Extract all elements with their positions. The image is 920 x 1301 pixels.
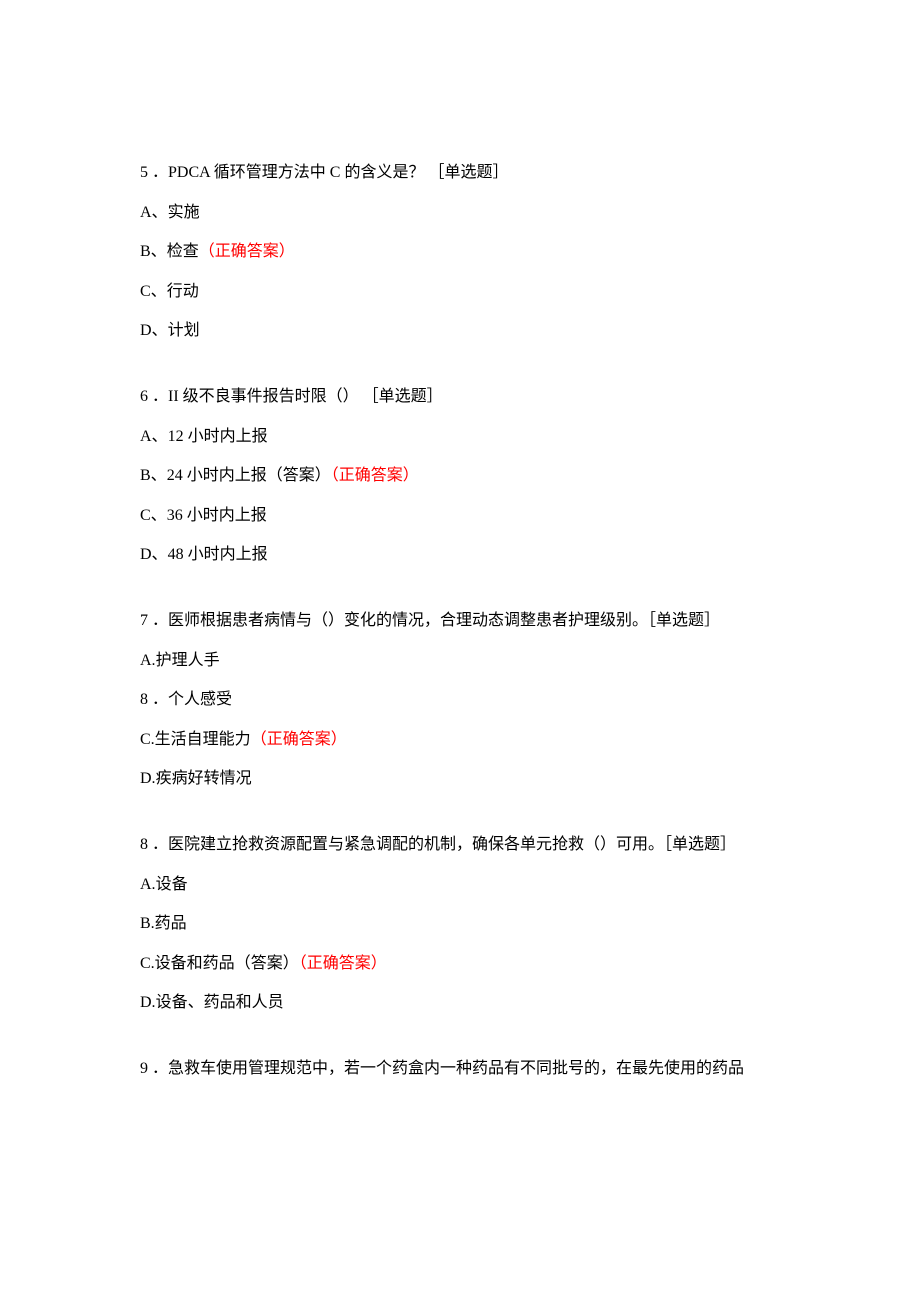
- option-text: 护理人手: [156, 652, 220, 669]
- question-number: 8: [140, 836, 148, 853]
- option-c: C、行动: [140, 279, 780, 305]
- question-8: 8 ．医院建立抢救资源配置与紧急调配的机制，确保各单元抢救（）可用。［单选题］ …: [140, 832, 780, 1016]
- option-label: C、: [140, 507, 167, 524]
- option-label: B、: [140, 243, 167, 260]
- option-text: 检查: [167, 243, 199, 260]
- option-b: B.药品: [140, 911, 780, 937]
- option-d: D、计划: [140, 318, 780, 344]
- option-label: D、: [140, 546, 168, 563]
- option-label: D、: [140, 322, 168, 339]
- question-number: 6: [140, 388, 148, 405]
- question-number: 9: [140, 1060, 148, 1077]
- option-label: A.: [140, 876, 156, 893]
- option-d: D.设备、药品和人员: [140, 990, 780, 1016]
- option-label: A.: [140, 652, 156, 669]
- correct-answer-marker: （正确答案）: [251, 731, 347, 748]
- option-label: C.: [140, 955, 155, 972]
- option-label: C、: [140, 283, 167, 300]
- option-text: 36 小时内上报: [167, 507, 267, 524]
- question-6: 6 ．II 级不良事件报告时限（） ［单选题］ A、12 小时内上报 B、24 …: [140, 384, 780, 568]
- option-text: 行动: [167, 283, 199, 300]
- question-number: 7: [140, 612, 148, 629]
- option-a: A、12 小时内上报: [140, 424, 780, 450]
- option-text: 药品: [155, 915, 187, 932]
- option-label: C.: [140, 731, 155, 748]
- question-7: 7 ．医师根据患者病情与（）变化的情况，合理动态调整患者护理级别。［单选题］ A…: [140, 608, 780, 792]
- option-text: 实施: [168, 204, 200, 221]
- question-body: ．PDCA 循环管理方法中 C 的含义是？ ［单选题］: [152, 164, 508, 181]
- option-c: C.生活自理能力（正确答案）: [140, 727, 780, 753]
- option-note: （答案）: [235, 955, 299, 972]
- question-body: ．急救车使用管理规范中，若一个药盒内一种药品有不同批号的，在最先使用的药品: [152, 1060, 744, 1077]
- option-c: C、36 小时内上报: [140, 503, 780, 529]
- option-b: B、检查（正确答案）: [140, 239, 780, 265]
- option-label: B、: [140, 467, 167, 484]
- option-note: （答案）: [267, 467, 331, 484]
- option-label: B.: [140, 915, 155, 932]
- option-d: D、48 小时内上报: [140, 542, 780, 568]
- option-a: A.护理人手: [140, 648, 780, 674]
- option-label: A、: [140, 428, 168, 445]
- option-text: 12 小时内上报: [168, 428, 268, 445]
- option-label: A、: [140, 204, 168, 221]
- option-text: 24 小时内上报: [167, 467, 267, 484]
- option-text: 设备、药品和人员: [156, 994, 284, 1011]
- option-b: 8 ．个人感受: [140, 687, 780, 713]
- option-b: B、24 小时内上报（答案）（正确答案）: [140, 463, 780, 489]
- question-text: 7 ．医师根据患者病情与（）变化的情况，合理动态调整患者护理级别。［单选题］: [140, 608, 780, 634]
- option-text: 48 小时内上报: [168, 546, 268, 563]
- question-body: ．医师根据患者病情与（）变化的情况，合理动态调整患者护理级别。［单选题］: [152, 612, 720, 629]
- option-text: 设备和药品: [155, 955, 235, 972]
- question-text: 9 ．急救车使用管理规范中，若一个药盒内一种药品有不同批号的，在最先使用的药品: [140, 1056, 780, 1082]
- question-body: ．II 级不良事件报告时限（） ［单选题］: [152, 388, 443, 405]
- option-label: D.: [140, 770, 156, 787]
- question-text: 6 ．II 级不良事件报告时限（） ［单选题］: [140, 384, 780, 410]
- correct-answer-marker: （正确答案）: [199, 243, 295, 260]
- correct-answer-marker: （正确答案）: [299, 955, 387, 972]
- option-text: 计划: [168, 322, 200, 339]
- option-label: 8 ．: [140, 691, 168, 708]
- option-label: D.: [140, 994, 156, 1011]
- question-number: 5: [140, 164, 148, 181]
- correct-answer-marker: （正确答案）: [331, 467, 419, 484]
- question-9: 9 ．急救车使用管理规范中，若一个药盒内一种药品有不同批号的，在最先使用的药品: [140, 1056, 780, 1082]
- option-a: A.设备: [140, 872, 780, 898]
- question-body: ．医院建立抢救资源配置与紧急调配的机制，确保各单元抢救（）可用。［单选题］: [152, 836, 736, 853]
- option-text: 疾病好转情况: [156, 770, 252, 787]
- option-text: 设备: [156, 876, 188, 893]
- question-5: 5 ．PDCA 循环管理方法中 C 的含义是？ ［单选题］ A、实施 B、检查（…: [140, 160, 780, 344]
- option-c: C.设备和药品（答案）（正确答案）: [140, 951, 780, 977]
- question-text: 5 ．PDCA 循环管理方法中 C 的含义是？ ［单选题］: [140, 160, 780, 186]
- document-content: 5 ．PDCA 循环管理方法中 C 的含义是？ ［单选题］ A、实施 B、检查（…: [140, 160, 780, 1081]
- option-d: D.疾病好转情况: [140, 766, 780, 792]
- option-text: 个人感受: [168, 691, 232, 708]
- question-text: 8 ．医院建立抢救资源配置与紧急调配的机制，确保各单元抢救（）可用。［单选题］: [140, 832, 780, 858]
- option-text: 生活自理能力: [155, 731, 251, 748]
- option-a: A、实施: [140, 200, 780, 226]
